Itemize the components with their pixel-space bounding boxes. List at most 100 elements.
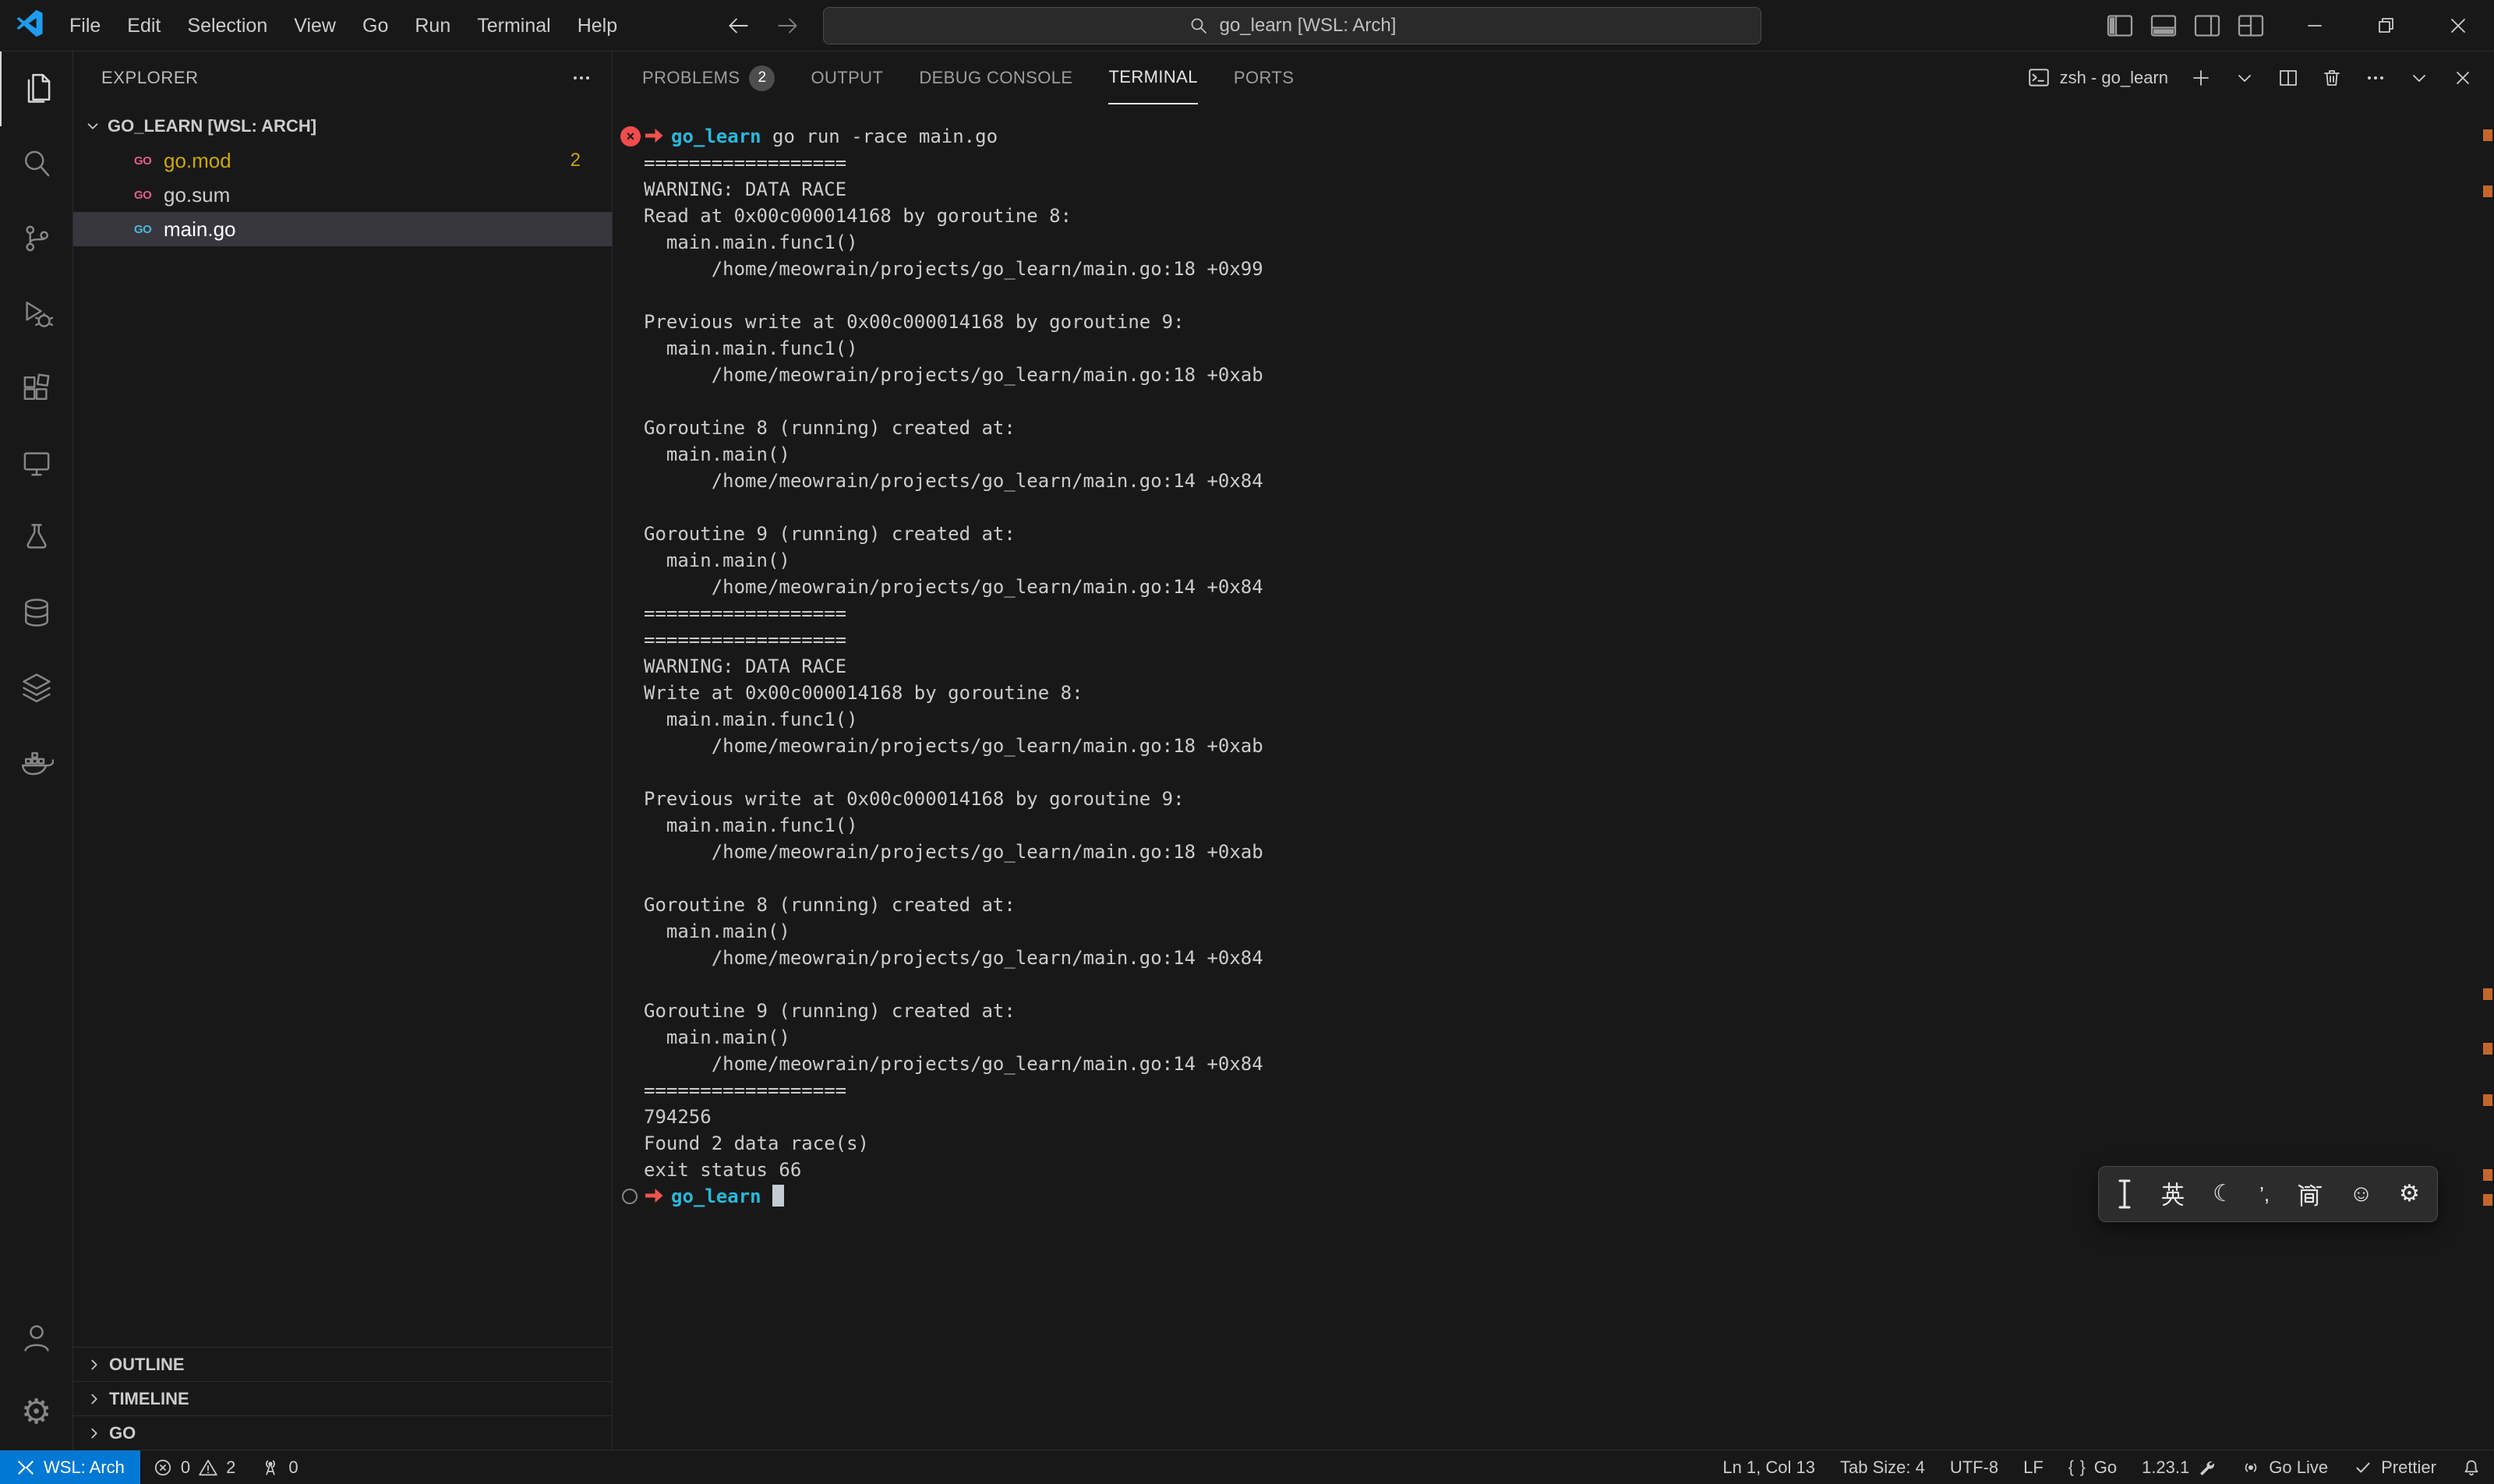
go-version[interactable]: 1.23.1 — [2129, 1450, 2228, 1484]
workspace-root-folder[interactable]: GO_LEARN [WSL: ARCH] — [73, 109, 612, 143]
activity-explorer[interactable] — [0, 51, 73, 126]
close-button[interactable] — [2422, 0, 2494, 51]
customize-layout-icon[interactable] — [2235, 10, 2266, 41]
terminal-instance-tab[interactable]: zsh - go_learn — [2027, 66, 2168, 90]
remote-indicator[interactable]: WSL: Arch — [0, 1450, 140, 1484]
tab-debug-console[interactable]: DEBUG CONSOLE — [919, 51, 1072, 104]
overview-ruler-mark — [2483, 129, 2492, 141]
tab-problems[interactable]: PROBLEMS 2 — [642, 51, 775, 104]
terminal-line: /home/meowrain/projects/go_learn/main.go… — [644, 1051, 2494, 1077]
language-mode[interactable]: { } Go — [2056, 1450, 2129, 1484]
encoding[interactable]: UTF-8 — [1938, 1450, 2011, 1484]
menu-item-file[interactable]: File — [56, 0, 114, 51]
terminal-line: Goroutine 9 (running) created at: — [644, 521, 2494, 547]
menu-item-run[interactable]: Run — [401, 0, 464, 51]
activity-run-debug[interactable] — [0, 276, 73, 351]
problems-badge: 2 — [571, 150, 581, 171]
indentation[interactable]: Tab Size: 4 — [1828, 1450, 1938, 1484]
go-live[interactable]: Go Live — [2228, 1450, 2340, 1484]
prettier-status[interactable]: Prettier — [2340, 1450, 2449, 1484]
nav-forward-icon[interactable] — [775, 12, 801, 39]
file-name: go.sum — [164, 183, 230, 207]
terminal-profile-dropdown-icon[interactable] — [2234, 67, 2256, 89]
activity-extensions[interactable] — [0, 351, 73, 426]
activity-accounts[interactable] — [0, 1300, 73, 1375]
activity-testing[interactable] — [0, 500, 73, 575]
status-right: Ln 1, Col 13 Tab Size: 4 UTF-8 LF { } Go… — [1710, 1450, 2494, 1484]
activity-source-control[interactable] — [0, 201, 73, 276]
toggle-panel-icon[interactable] — [2148, 10, 2179, 41]
close-panel-icon[interactable] — [2452, 67, 2474, 89]
kill-terminal-icon[interactable] — [2321, 67, 2343, 89]
section-outline[interactable]: OUTLINE — [73, 1347, 612, 1381]
toggle-secondary-sidebar-icon[interactable] — [2192, 10, 2223, 41]
error-count: 0 — [181, 1458, 190, 1478]
toggle-sidebar-icon[interactable] — [2104, 10, 2135, 41]
activity-bar: ⚙ — [0, 51, 73, 1450]
file-row-go-sum[interactable]: GO go.sum — [73, 178, 612, 212]
terminal-line: /home/meowrain/projects/go_learn/main.go… — [644, 362, 2494, 388]
ime-fullwidth-toggle-icon[interactable]: ☾ — [2213, 1182, 2234, 1206]
activity-search[interactable] — [0, 126, 73, 201]
file-row-go-mod[interactable]: GO go.mod 2 — [73, 143, 612, 178]
split-terminal-icon[interactable] — [2277, 67, 2299, 89]
terminal-text: go_learn — [671, 1185, 761, 1207]
cursor-position[interactable]: Ln 1, Col 13 — [1710, 1450, 1828, 1484]
activity-settings[interactable]: ⚙ — [0, 1375, 73, 1450]
overview-ruler-mark — [2483, 1094, 2492, 1106]
command-center-search[interactable]: go_learn [WSL: Arch] — [823, 7, 1761, 44]
menu-item-help[interactable]: Help — [564, 0, 631, 51]
menu-item-terminal[interactable]: Terminal — [464, 0, 563, 51]
activity-layers[interactable] — [0, 650, 73, 725]
extensions-icon — [19, 371, 54, 405]
activity-docker[interactable] — [0, 725, 73, 800]
terminal-line: /home/meowrain/projects/go_learn/main.go… — [644, 839, 2494, 865]
command-pending-icon — [622, 1189, 638, 1204]
root-folder-label: GO_LEARN [WSL: ARCH] — [108, 116, 316, 136]
ime-simplified-chinese-icon[interactable] — [2295, 1180, 2323, 1208]
cursor-position-label: Ln 1, Col 13 — [1722, 1458, 1815, 1478]
menu-item-go[interactable]: Go — [349, 0, 401, 51]
go-mod-file-icon: GO — [134, 154, 164, 168]
terminal-line: main.main() — [644, 547, 2494, 574]
panel-more-actions-icon[interactable] — [2365, 67, 2386, 89]
section-timeline[interactable]: TIMELINE — [73, 1381, 612, 1415]
new-terminal-icon[interactable] — [2190, 67, 2212, 89]
activity-remote-explorer[interactable] — [0, 426, 73, 500]
go-file-icon: GO — [134, 223, 164, 236]
section-go[interactable]: GO — [73, 1415, 612, 1450]
menu-item-view[interactable]: View — [281, 0, 349, 51]
ime-settings-icon[interactable]: ⚙ — [2399, 1182, 2420, 1206]
menu-item-edit[interactable]: Edit — [114, 0, 174, 51]
activity-database[interactable] — [0, 575, 73, 650]
terminal-line: main.main.func1() — [644, 229, 2494, 256]
ime-emoji-icon[interactable]: ☺ — [2349, 1182, 2373, 1206]
terminal-line: /home/meowrain/projects/go_learn/main.go… — [644, 574, 2494, 600]
more-actions-icon[interactable] — [571, 68, 592, 88]
remote-icon — [16, 1458, 36, 1478]
problems-status[interactable]: 0 2 — [140, 1450, 249, 1484]
terminal-text: go run -race main.go — [761, 125, 998, 147]
terminal-output[interactable]: ×go_learn go run -race main.go==========… — [613, 104, 2494, 1450]
chevron-right-icon — [86, 1390, 103, 1408]
tab-ports[interactable]: PORTS — [1234, 51, 1294, 104]
account-icon — [19, 1320, 54, 1355]
eol-sequence[interactable]: LF — [2011, 1450, 2056, 1484]
file-name: main.go — [164, 217, 236, 242]
tab-output[interactable]: OUTPUT — [811, 51, 883, 104]
minimize-button[interactable] — [2279, 0, 2351, 51]
ime-punctuation-icon[interactable]: ’, — [2259, 1184, 2270, 1204]
search-icon — [1189, 16, 1209, 36]
hide-panel-icon[interactable] — [2408, 67, 2430, 89]
ime-english-mode-icon[interactable] — [2159, 1180, 2187, 1208]
status-bar: WSL: Arch 0 2 0 Ln 1, Col 13 Tab Size: 4… — [0, 1450, 2494, 1484]
file-row-main-go[interactable]: GO main.go — [73, 212, 612, 246]
nav-back-icon[interactable] — [725, 12, 751, 39]
restore-button[interactable] — [2351, 0, 2422, 51]
ports-status[interactable]: 0 — [248, 1450, 310, 1484]
notifications[interactable] — [2449, 1450, 2494, 1484]
tab-terminal[interactable]: TERMINAL — [1108, 51, 1197, 104]
warning-icon — [198, 1458, 218, 1478]
go-version-label: 1.23.1 — [2142, 1458, 2189, 1478]
menu-item-selection[interactable]: Selection — [174, 0, 281, 51]
